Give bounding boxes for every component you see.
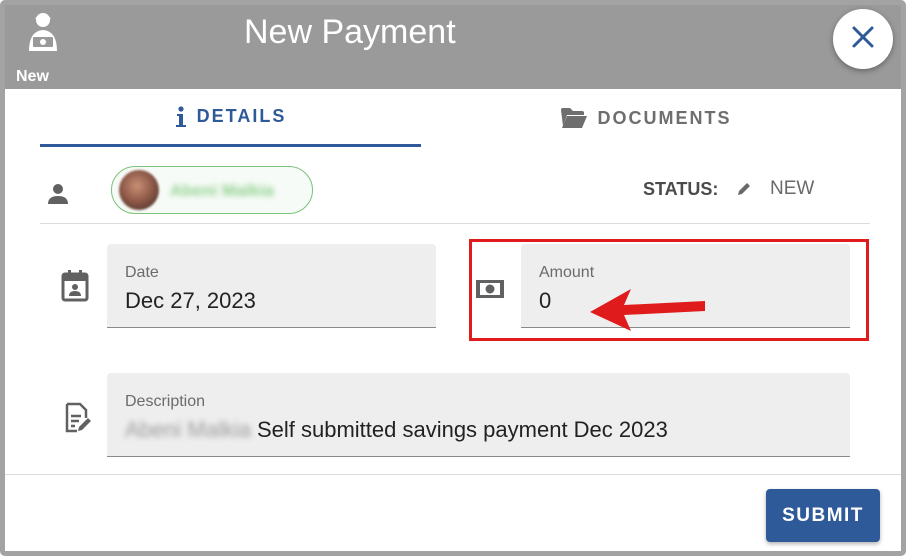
note-edit-icon	[64, 402, 92, 439]
status-value: NEW	[770, 178, 815, 199]
pointer-arrow	[587, 285, 711, 338]
submit-button[interactable]: SUBMIT	[766, 489, 880, 542]
info-icon	[175, 105, 187, 128]
close-button[interactable]	[833, 9, 893, 69]
dialog-header: New New Payment	[5, 5, 901, 89]
tab-documents[interactable]: DOCUMENTS	[421, 89, 870, 147]
description-blurred-name: Abeni Malkia	[125, 417, 251, 442]
dialog-footer: SUBMIT	[5, 474, 901, 551]
dialog-title: New Payment	[244, 13, 456, 51]
tab-details-label: DETAILS	[196, 106, 287, 126]
pencil-icon[interactable]	[736, 181, 752, 202]
amount-value: 0	[539, 288, 552, 313]
user-money-icon	[24, 11, 62, 55]
person-name: Abeni Malkia	[170, 181, 274, 200]
person-chip[interactable]: Abeni Malkia	[111, 166, 313, 214]
payment-dialog: New New Payment DETAILS DOCUMENTS Abeni …	[0, 0, 906, 556]
tab-documents-label: DOCUMENTS	[597, 107, 732, 128]
tab-details[interactable]: DETAILS	[40, 89, 421, 147]
user-badge-label: New	[16, 68, 49, 85]
cash-icon	[475, 279, 505, 304]
close-icon	[850, 24, 876, 55]
amount-label: Amount	[539, 264, 595, 281]
description-field[interactable]: Description Abeni Malkia Self submitted s…	[107, 373, 850, 457]
person-icon	[46, 182, 70, 211]
folder-open-icon	[560, 107, 588, 129]
description-value: Abeni Malkia Self submitted savings payme…	[125, 417, 668, 443]
calendar-icon	[60, 270, 90, 307]
date-field[interactable]: Date Dec 27, 2023	[107, 244, 436, 328]
description-label: Description	[125, 393, 206, 410]
person-row: Abeni Malkia STATUS: NEW	[40, 147, 870, 224]
date-label: Date	[125, 264, 159, 281]
avatar	[119, 170, 159, 210]
status-label: STATUS:	[643, 179, 719, 199]
tab-bar: DETAILS DOCUMENTS	[40, 89, 870, 147]
date-value: Dec 27, 2023	[125, 288, 256, 313]
description-text: Self submitted savings payment Dec 2023	[256, 417, 668, 442]
